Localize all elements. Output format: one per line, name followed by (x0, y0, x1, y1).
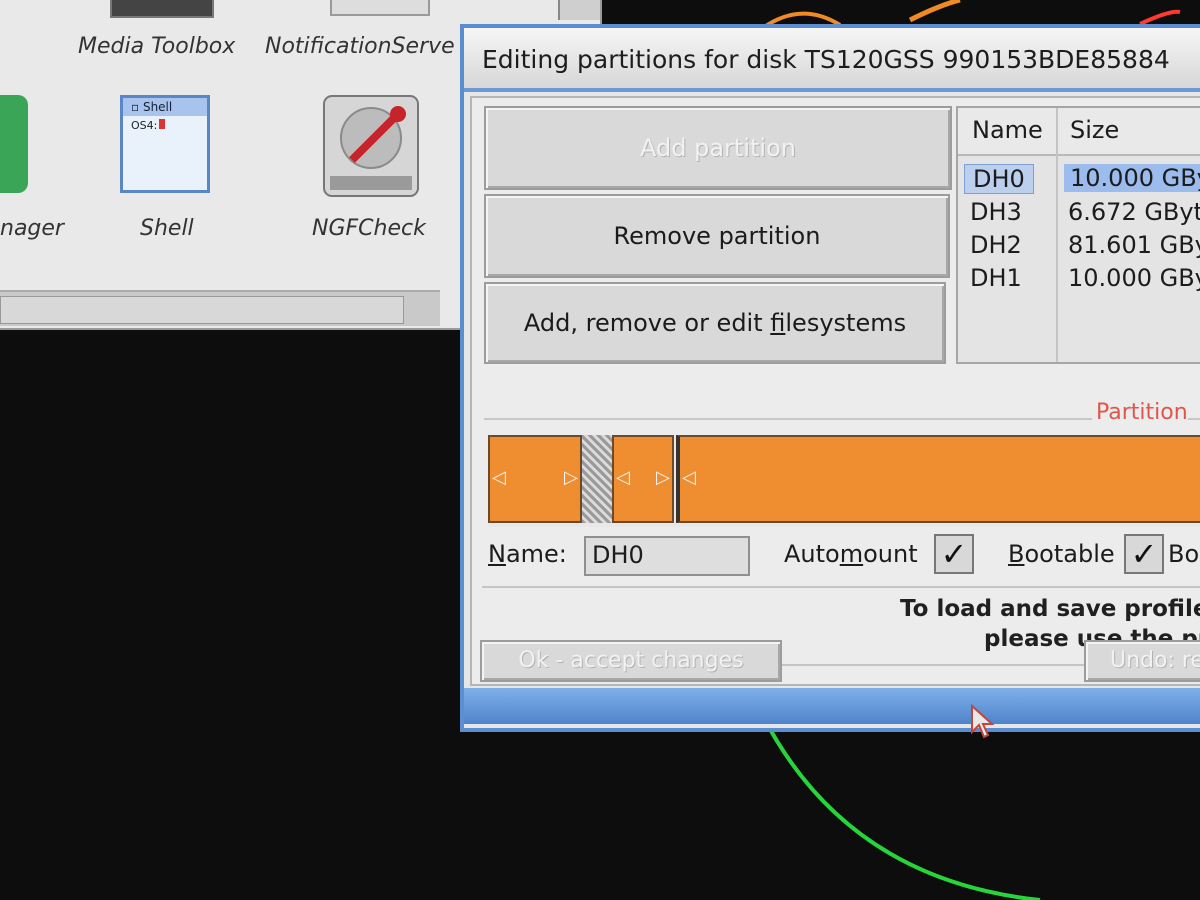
icon-label-manager[interactable]: nager (0, 216, 64, 241)
name-label-rest: ame: (505, 540, 567, 568)
undo-button[interactable]: Undo: re (1084, 640, 1200, 682)
resize-right-icon[interactable]: ▷ (564, 467, 578, 488)
dialog-title[interactable]: Editing partitions for disk TS120GSS 990… (464, 28, 1200, 92)
name-label-hotkey: N (488, 540, 506, 568)
resize-left-icon[interactable]: ◁ (492, 467, 506, 488)
toolbox-icon[interactable] (110, 0, 214, 18)
partition-row-dh3[interactable]: DH3 6.672 GByt (958, 196, 1200, 229)
partition-editor-dialog: Editing partitions for disk TS120GSS 990… (460, 24, 1200, 732)
partition-name: DH1 (970, 264, 1022, 292)
ok-accept-button[interactable]: Ok - accept changes (480, 640, 782, 682)
boot-priority-label: Bo (1168, 540, 1200, 568)
icon-label-ngfcheck[interactable]: NGFCheck (312, 216, 426, 241)
resize-left-icon[interactable]: ◁ (616, 467, 630, 488)
remove-partition-button[interactable]: Remove partition (484, 194, 950, 278)
edit-filesystems-label-hotkey: f (770, 309, 786, 337)
scrollbar-knob[interactable] (0, 296, 404, 324)
partition-size: 10.000 GBy (1064, 164, 1200, 192)
partition-row-dh1[interactable]: DH1 10.000 GBy (958, 262, 1200, 295)
automount-checkbox[interactable]: ✓ (934, 534, 974, 574)
automount-label: Automount (784, 540, 918, 568)
shell-icon-title: Shell (142, 100, 173, 114)
resize-left-icon[interactable]: ◁ (682, 467, 696, 488)
notification-icon[interactable] (330, 0, 430, 16)
dialog-bottom-border (464, 688, 1200, 724)
partition-name: DH2 (970, 231, 1022, 259)
shell-icon-prompt: OS4: (131, 119, 158, 132)
automount-label-post: ount (863, 540, 918, 568)
window-depth-gadget[interactable] (558, 0, 600, 20)
icon-label-notificationserver[interactable]: NotificationServe (265, 34, 455, 59)
info-text-line1: To load and save profiles (900, 596, 1200, 622)
partition-segment-2[interactable]: ◁ ▷ (612, 435, 674, 523)
manager-icon[interactable] (0, 95, 28, 193)
partition-size: 10.000 GBy (1068, 264, 1200, 292)
add-partition-button[interactable]: Add partition (484, 106, 952, 190)
bootable-checkbox[interactable]: ✓ (1124, 534, 1164, 574)
icon-label-media-toolbox[interactable]: Media Toolbox (78, 34, 235, 59)
column-header-name[interactable]: Name (972, 116, 1043, 144)
icon-label-shell[interactable]: Shell (140, 216, 194, 241)
column-header-size[interactable]: Size (1070, 116, 1119, 144)
edit-filesystems-label-pre: Add, remove or edit (523, 309, 771, 337)
checkmark-icon: ✓ (1130, 535, 1158, 573)
section-divider (482, 586, 1200, 588)
automount-label-hotkey: m (839, 540, 864, 568)
partition-name-field[interactable]: DH0 (584, 536, 750, 576)
partition-row-dh0[interactable]: DH0 10.000 GBy (958, 162, 1200, 195)
bootable-label-rest: ootable (1024, 540, 1115, 568)
partition-row-dh2[interactable]: DH2 81.601 GBy (958, 229, 1200, 262)
resize-right-icon[interactable]: ▷ (656, 467, 670, 488)
name-label: Name: (488, 540, 567, 568)
bootable-label: Bootable (1008, 540, 1115, 568)
horizontal-scrollbar[interactable] (0, 290, 440, 326)
bootable-label-hotkey: B (1008, 540, 1025, 568)
checkmark-icon: ✓ (940, 535, 968, 573)
disk-repair-icon[interactable] (318, 92, 424, 200)
partition-size: 81.601 GBy (1068, 231, 1200, 259)
partition-group-title: Partition (1092, 400, 1188, 425)
edit-filesystems-button[interactable]: Add, remove or edit filesystems (484, 282, 946, 364)
partition-segment-1[interactable]: ◁ ▷ (488, 435, 582, 523)
shell-window-icon[interactable]: ▫ Shell OS4: (120, 95, 210, 193)
partition-list-header: Name Size (958, 108, 1200, 156)
partition-name: DH0 (964, 164, 1034, 194)
automount-label-pre: Auto (784, 540, 840, 568)
partition-list[interactable]: Name Size DH0 10.000 GBy DH3 6.672 GByt … (956, 106, 1200, 364)
partition-name: DH3 (970, 198, 1022, 226)
edit-filesystems-label-post: ilesystems (785, 309, 907, 337)
dialog-content: Add partition Remove partition Add, remo… (470, 96, 1200, 686)
partition-segment-3[interactable]: ◁ (676, 435, 1200, 523)
partition-layout-bar[interactable]: ◁ ▷ ◁ ▷ ◁ (488, 435, 1200, 527)
partition-size: 6.672 GByt (1068, 198, 1200, 226)
mouse-pointer-icon (971, 704, 994, 739)
free-space-segment[interactable] (582, 435, 612, 523)
